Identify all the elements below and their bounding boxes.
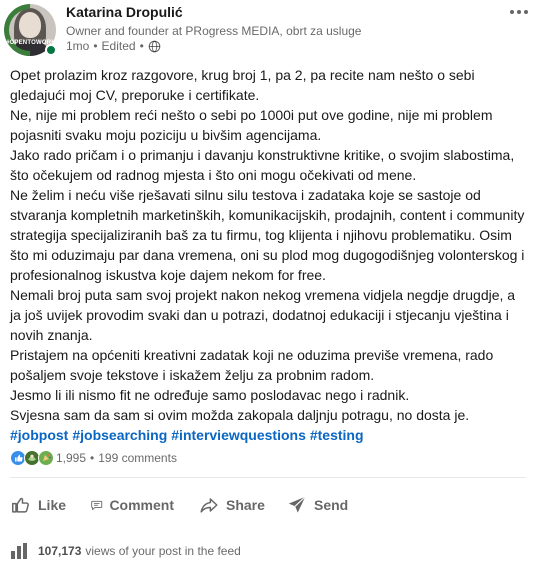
like-button[interactable]: Like [2,487,78,523]
post-line: pojasniti svaku moju poziciju u bivšim a… [10,127,322,143]
post-line: Ne želim i neću više rješavati silnu sil… [10,187,481,203]
share-button[interactable]: Share [190,487,276,523]
meta-separator: • [139,39,144,53]
post-line: pošaljem svoje tekstove i iskažem želju … [10,367,375,383]
post-meta: 1mo • Edited • [66,39,161,53]
post-line: Jesmo li ili nismo fit ne određuje samo … [10,387,410,403]
post-line: Pristajem na općeniti kreativni zadatak … [10,347,494,363]
views-label: views of your post in the feed [85,544,241,558]
share-label: Share [226,497,265,513]
bar-chart-icon [11,543,27,559]
post-line: novih znanja. [10,327,93,343]
hashtag-link[interactable]: #jobsearching [72,427,167,443]
post-line: Nemali broj puta sam svoj projekt nakon … [10,287,516,303]
post-header: #OPENTOWORK Katarina Dropulić Owner and … [0,0,536,58]
post-line: strategija specijaliziranih baš za tu fi… [10,227,512,243]
celebrate-icon [38,450,54,466]
post-line: Svjesna sam da sam si ovim možda zakopal… [10,407,470,423]
hashtag-link[interactable]: #interviewquestions [171,427,306,443]
thumbs-up-icon [12,497,29,513]
comments-count[interactable]: 199 comments [98,451,177,465]
hashtag-line: #jobpost #jobsearching #interviewquestions… [10,425,530,445]
divider [10,477,526,478]
post-line: ja još uvijek provodim svaki dan u potra… [10,307,509,323]
post-body: Opet prolazim kroz razgovore, krug broj … [10,65,530,445]
post-analytics[interactable]: 107,173 views of your post in the feed [10,541,241,561]
hashtag-link[interactable]: #testing [310,427,364,443]
send-icon [288,496,306,513]
post-line: gledajući moj CV, preporuke i certifikat… [10,87,260,103]
comment-label: Comment [109,497,174,513]
share-icon [200,498,218,513]
social-counts: 1,995 • 199 comments [10,449,177,467]
comment-icon [91,500,103,510]
more-options-icon[interactable] [507,4,531,20]
comment-button[interactable]: Comment [82,487,182,523]
post-time[interactable]: 1mo [66,39,89,53]
edited-label: Edited [101,39,136,53]
globe-icon [148,40,161,52]
post-line: Opet prolazim kroz razgovore, krug broj … [10,67,475,83]
post-line: profesionalnog iskustva koje dajem nekom… [10,267,326,283]
post-line: stvaranja kompletnih marketinških, komun… [10,207,525,223]
counts-separator: • [90,451,95,465]
meta-separator: • [93,39,98,53]
online-status-dot [45,44,57,56]
author-headline: Owner and founder at PRogress MEDIA, obr… [66,24,362,38]
post-line: što očekujem od radnog mjesta i što oni … [10,167,417,183]
views-count: 107,173 [38,544,82,558]
post-line: što mi oduzimaju par dana vremena, oni s… [10,247,525,263]
reaction-icons[interactable] [10,450,54,466]
social-actions: Like Comment Share Send [0,487,536,523]
send-button[interactable]: Send [278,487,358,523]
like-label: Like [38,497,67,513]
hashtag-link[interactable]: #jobpost [10,427,68,443]
post-line: Jako rado pričam i o primanju i davanju … [10,147,515,163]
send-label: Send [314,497,349,513]
reactions-count[interactable]: 1,995 [56,451,86,465]
author-name[interactable]: Katarina Dropulić [66,4,183,20]
author-avatar[interactable]: #OPENTOWORK [4,4,57,56]
post-line: Ne, nije mi problem reći nešto o sebi po… [10,107,493,123]
